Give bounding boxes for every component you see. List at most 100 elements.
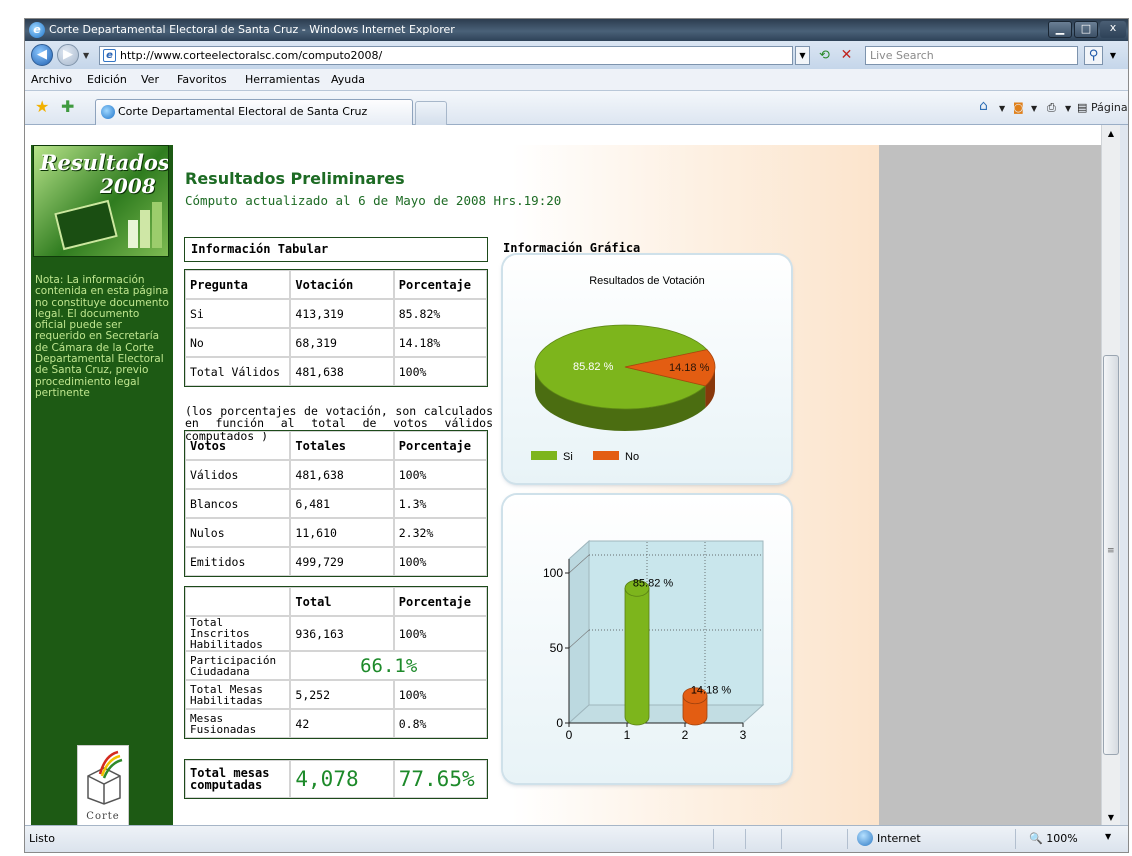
search-options-icon[interactable]: ▼ [1107, 46, 1119, 65]
header-cell: Pregunta [185, 270, 291, 299]
tabular-heading: Información Tabular [184, 237, 488, 262]
status-divider [847, 829, 848, 849]
tab-active[interactable]: Corte Departamental Electoral de Santa C… [95, 99, 413, 125]
feeds-dropdown-icon[interactable]: ▼ [1031, 104, 1037, 113]
feeds-icon[interactable]: ◙ [1013, 101, 1024, 114]
table-cell: 100% [393, 547, 487, 576]
logo-bars-image [128, 202, 162, 248]
minimize-button[interactable]: ▁ [1048, 21, 1072, 38]
forward-button[interactable]: ▶ [57, 44, 79, 66]
favorites-star-icon[interactable]: ★ [35, 97, 49, 116]
logo-book-image [54, 199, 118, 251]
table-cell: 100% [393, 460, 487, 489]
sidebar: Resultados 2008 Nota: La información con… [31, 145, 173, 827]
print-icon[interactable]: ⎙ [1047, 101, 1056, 115]
new-tab-button[interactable] [415, 101, 447, 125]
legend-swatch-si [531, 451, 557, 460]
add-favorite-icon[interactable]: ✚ [61, 97, 74, 116]
legend-label-si: Si [563, 451, 573, 463]
header-cell [185, 587, 291, 616]
back-button[interactable]: ◀ [31, 44, 53, 66]
zoom-level[interactable]: 🔍 100% [1029, 832, 1078, 845]
table-cell: 100% [393, 616, 487, 651]
home-dropdown-icon[interactable]: ▼ [999, 104, 1005, 113]
x-tick-label: 1 [624, 728, 631, 742]
table-row: No 68,319 14.18% [185, 328, 487, 357]
title-bar: e Corte Departamental Electoral de Santa… [25, 19, 1128, 41]
page-icon: e [103, 49, 116, 62]
refresh-icon[interactable]: ⟲ [815, 46, 834, 65]
scroll-up-icon[interactable]: ▲ [1102, 125, 1120, 143]
table-cell: Participación Ciudadana [185, 651, 291, 680]
maximize-button[interactable]: □ [1074, 21, 1098, 38]
table-cell: 6,481 [290, 489, 394, 518]
table-row: Nulos 11,610 2.32% [185, 518, 487, 547]
table-row: Total Válidos 481,638 100% [185, 357, 487, 386]
corte-logo-text: Corte [86, 811, 120, 822]
home-icon[interactable]: ⌂ [979, 98, 988, 114]
page-subtitle: Cómputo actualizado al 6 de Mayo de 2008… [185, 193, 562, 208]
search-input[interactable]: Live Search [865, 46, 1078, 65]
page-menu-icon[interactable]: ▤ [1077, 101, 1087, 114]
pie-label-no: 14.18 % [669, 362, 710, 374]
table-cell: 5,252 [290, 680, 394, 709]
corte-logo: Corte [77, 745, 129, 827]
header-cell: Porcentaje [393, 587, 487, 616]
table-header-row: Votos Totales Porcentaje [185, 431, 487, 460]
menu-bar: Archivo Edición Ver Favoritos Herramient… [25, 69, 1128, 91]
table-cell: Emitidos [185, 547, 291, 576]
menu-ver[interactable]: Ver [141, 73, 159, 86]
url-input[interactable]: e http://www.corteelectoralsc.com/comput… [99, 46, 793, 65]
header-cell: Votos [185, 431, 291, 460]
x-tick-label: 0 [566, 728, 573, 742]
table-cell: 42 [290, 709, 394, 738]
table-cell: 413,319 [290, 299, 394, 328]
print-dropdown-icon[interactable]: ▼ [1065, 104, 1071, 113]
history-dropdown-icon[interactable]: ▼ [83, 51, 89, 60]
votacion-table: Pregunta Votación Porcentaje Si 413,319 … [184, 269, 488, 387]
scroll-thumb[interactable]: ≡ [1103, 355, 1119, 755]
resultados-2008-logo: Resultados 2008 [33, 145, 169, 257]
table-cell: 936,163 [290, 616, 394, 651]
browser-window: e Corte Departamental Electoral de Santa… [24, 18, 1129, 853]
stop-icon[interactable]: ✕ [837, 46, 856, 65]
table-cell: 481,638 [290, 460, 394, 489]
address-bar: ◀ ▶ ▼ e http://www.corteelectoralsc.com/… [25, 41, 1128, 69]
command-bar: ★ ✚ Corte Departamental Electoral de San… [25, 91, 1128, 125]
vertical-scrollbar[interactable]: ▲ ≡ ▼ [1101, 125, 1120, 827]
computed-value: 4,078 [290, 760, 394, 798]
status-divider [713, 829, 714, 849]
close-button[interactable]: x [1100, 21, 1126, 38]
table-cell: Nulos [185, 518, 291, 547]
table-cell: Si [185, 299, 291, 328]
header-cell: Total [290, 587, 394, 616]
table-cell: Total Válidos [185, 357, 291, 386]
table-cell: No [185, 328, 291, 357]
header-cell: Porcentaje [393, 270, 487, 299]
status-divider [745, 829, 746, 849]
page-menu-button[interactable]: Página [1091, 101, 1128, 114]
pie-label-si: 85.82 % [573, 361, 614, 373]
menu-favoritos[interactable]: Favoritos [177, 73, 227, 86]
zoom-dropdown-icon[interactable]: ▼ [1105, 832, 1111, 841]
table-cell: Válidos [185, 460, 291, 489]
table-cell: Total Inscritos Habilitados [185, 616, 291, 651]
table-row: Emitidos 499,729 100% [185, 547, 487, 576]
menu-ayuda[interactable]: Ayuda [331, 73, 365, 86]
floor [567, 704, 765, 724]
search-icon[interactable]: ⚲ [1084, 46, 1103, 65]
menu-edicion[interactable]: Edición [87, 73, 127, 86]
legal-note: Nota: La información contenida en esta p… [35, 274, 169, 399]
menu-archivo[interactable]: Archivo [31, 73, 72, 86]
table-cell: Total mesas computadas [185, 760, 291, 798]
header-cell: Totales [290, 431, 394, 460]
url-text: http://www.corteelectoralsc.com/computo2… [120, 49, 383, 62]
table-row: Blancos 6,481 1.3% [185, 489, 487, 518]
status-divider [1015, 829, 1016, 849]
table-row: Total Mesas Habilitadas 5,252 100% [185, 680, 487, 709]
url-dropdown-icon[interactable]: ▼ [795, 46, 810, 65]
page-content: Resultados 2008 Nota: La información con… [25, 125, 1101, 827]
menu-herramientas[interactable]: Herramientas [245, 73, 320, 86]
table-cell: 499,729 [290, 547, 394, 576]
table-cell: 0.8% [393, 709, 487, 738]
